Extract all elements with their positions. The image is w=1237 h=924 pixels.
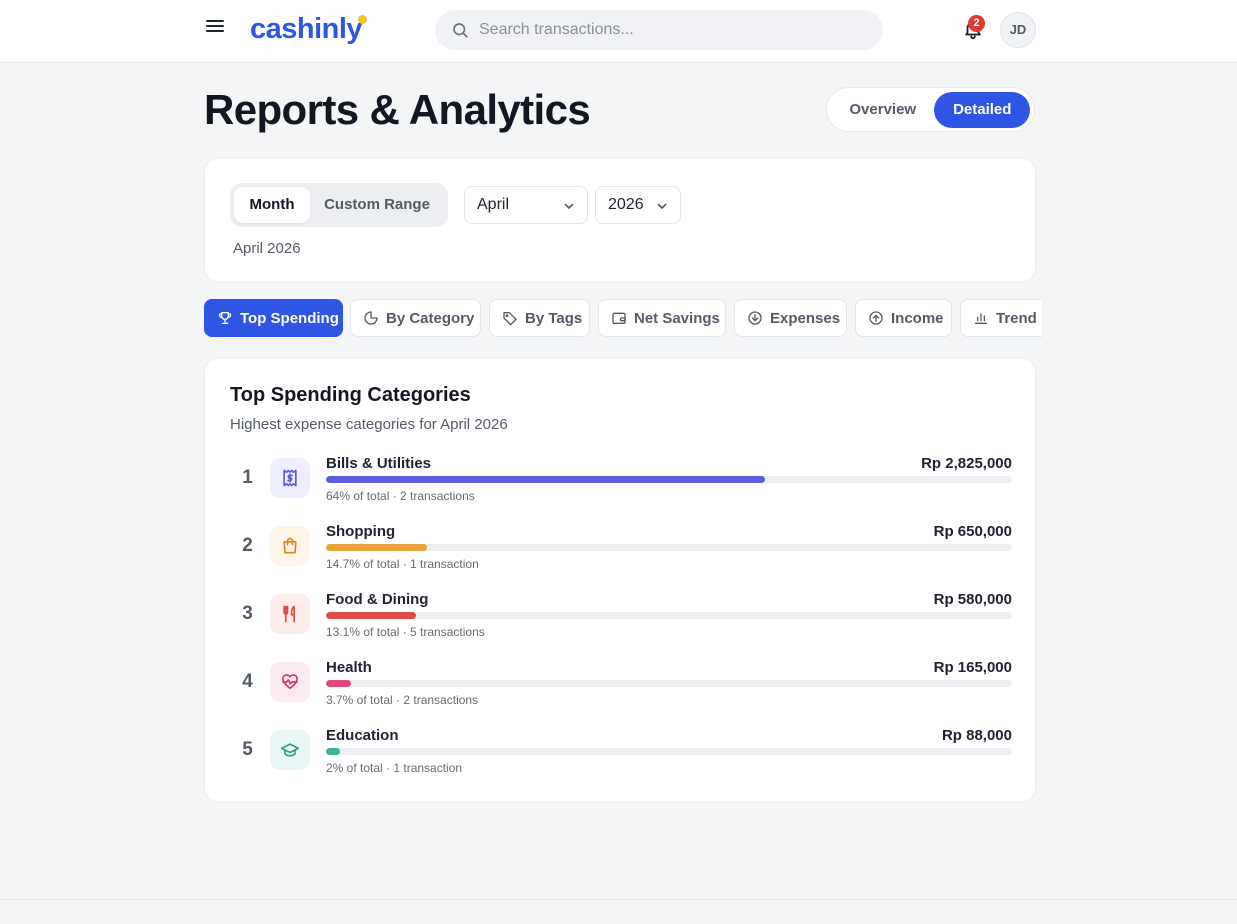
category-meta: 2% of total · 1 transaction: [326, 761, 463, 775]
period-mode-segment: Month Custom Range: [230, 183, 448, 227]
category-amount: Rp 650,000: [933, 523, 1012, 540]
year-select[interactable]: 2026: [595, 186, 681, 224]
tab-label: Trend: [996, 309, 1037, 327]
tab-top-spending[interactable]: Top Spending: [204, 299, 343, 337]
arrow-down-circle-icon: [748, 311, 762, 325]
progress-track: [326, 680, 1012, 687]
top-spending-card: Top Spending Categories Highest expense …: [204, 357, 1036, 803]
bar-chart-icon: [975, 313, 987, 324]
progress-fill: [326, 748, 340, 755]
category-amount: Rp 2,825,000: [921, 455, 1012, 472]
category-meta: 13.1% of total · 5 transactions: [326, 625, 485, 639]
tab-net-savings[interactable]: Net Savings: [598, 299, 726, 337]
rank-number: 2: [242, 535, 253, 556]
logo-text: cashinly: [250, 13, 363, 45]
tag-icon: [503, 312, 517, 326]
category-name: Shopping: [326, 523, 396, 540]
tab-income[interactable]: Income: [855, 299, 952, 337]
rank-number: 4: [242, 671, 253, 692]
tab-trend[interactable]: Trend: [960, 299, 1042, 337]
report-tabs: Top Spending By Category By Tags Net Sav…: [204, 299, 1042, 339]
tab-label: Expenses: [770, 309, 841, 327]
trophy-icon: [219, 312, 231, 324]
tab-label: Income: [891, 309, 944, 327]
category-meta: 3.7% of total · 2 transactions: [326, 693, 479, 707]
chevron-down-icon: [564, 203, 574, 210]
month-mode-button[interactable]: Month: [234, 187, 310, 223]
progress-fill: [326, 476, 766, 483]
tab-label: Net Savings: [634, 309, 720, 327]
search-bar: [435, 10, 883, 50]
month-select[interactable]: April: [464, 186, 588, 224]
menu-icon[interactable]: [203, 16, 227, 40]
pie-chart-icon: [364, 311, 378, 325]
period-label: April 2026: [233, 240, 301, 257]
heart-pulse-icon: [282, 674, 298, 690]
view-toggle: Overview Detailed: [826, 87, 1035, 132]
tab-by-tags[interactable]: By Tags: [489, 299, 590, 337]
arrow-up-circle-icon: [869, 311, 883, 325]
progress-track: [326, 748, 1012, 755]
progress-fill: [326, 680, 352, 687]
rank-number: 1: [242, 467, 253, 488]
progress-track: [326, 476, 1012, 483]
category-icon-box: [270, 730, 310, 770]
category-row[interactable]: 3 Food & Dining Rp 580,000 13.1% of tota…: [205, 591, 1037, 659]
tab-by-category[interactable]: By Category: [350, 299, 481, 337]
progress-fill: [326, 612, 416, 619]
category-amount: Rp 165,000: [933, 659, 1012, 676]
shopping-bag-icon: [283, 537, 297, 554]
category-row[interactable]: 5 Education Rp 88,000 2% of total · 1 tr…: [205, 727, 1037, 795]
category-row[interactable]: 4 Health Rp 165,000 3.7% of total · 2 tr…: [205, 659, 1037, 727]
chevron-down-icon: [657, 203, 667, 210]
tab-label: By Category: [386, 309, 475, 327]
category-icon-box: [270, 458, 310, 498]
category-name: Education: [326, 727, 399, 744]
footer-divider: [0, 899, 1237, 900]
page-title: Reports & Analytics: [204, 86, 591, 133]
category-name: Bills & Utilities: [326, 455, 432, 472]
filter-card: Month Custom Range April 2026 April 2026: [204, 157, 1036, 283]
category-meta: 14.7% of total · 1 transaction: [326, 557, 479, 571]
avatar[interactable]: JD: [1000, 12, 1036, 48]
utensils-icon: [283, 605, 295, 623]
coin-icon: [358, 15, 368, 24]
category-icon-box: [270, 662, 310, 702]
progress-fill: [326, 544, 427, 551]
year-select-value: 2026: [608, 196, 644, 213]
rank-number: 5: [242, 739, 253, 760]
tab-expenses[interactable]: Expenses: [734, 299, 847, 337]
tab-label: Top Spending: [240, 309, 339, 327]
search-input[interactable]: [479, 21, 859, 39]
category-amount: Rp 580,000: [933, 591, 1012, 608]
category-amount: Rp 88,000: [941, 727, 1012, 744]
overview-toggle-button[interactable]: Overview: [831, 92, 934, 128]
wallet-icon: [612, 312, 626, 324]
rank-number: 3: [242, 603, 253, 624]
detailed-toggle-button[interactable]: Detailed: [934, 91, 1030, 128]
category-row[interactable]: 2 Shopping Rp 650,000 14.7% of total · 1…: [205, 523, 1037, 591]
category-icon-box: [270, 594, 310, 634]
receipt-icon: [283, 469, 297, 487]
graduation-cap-icon: [280, 743, 300, 757]
category-name: Health: [326, 659, 372, 676]
search-icon: [453, 23, 468, 38]
progress-track: [326, 612, 1012, 619]
custom-range-button[interactable]: Custom Range: [310, 187, 444, 223]
logo[interactable]: cashinly: [250, 12, 371, 46]
card-subtitle: Highest expense categories for April 202…: [230, 416, 508, 433]
progress-track: [326, 544, 1012, 551]
month-select-value: April: [477, 196, 510, 213]
category-row[interactable]: 1 Bills & Utilities Rp 2,825,000 64% of …: [205, 455, 1037, 523]
category-icon-box: [270, 526, 310, 566]
top-bar: cashinly 2 JD: [0, 0, 1237, 63]
tab-label: By Tags: [525, 309, 583, 327]
notification-badge: 2: [968, 15, 985, 32]
category-meta: 64% of total · 2 transactions: [326, 489, 475, 503]
category-name: Food & Dining: [326, 591, 429, 608]
card-title: Top Spending Categories: [230, 384, 471, 406]
